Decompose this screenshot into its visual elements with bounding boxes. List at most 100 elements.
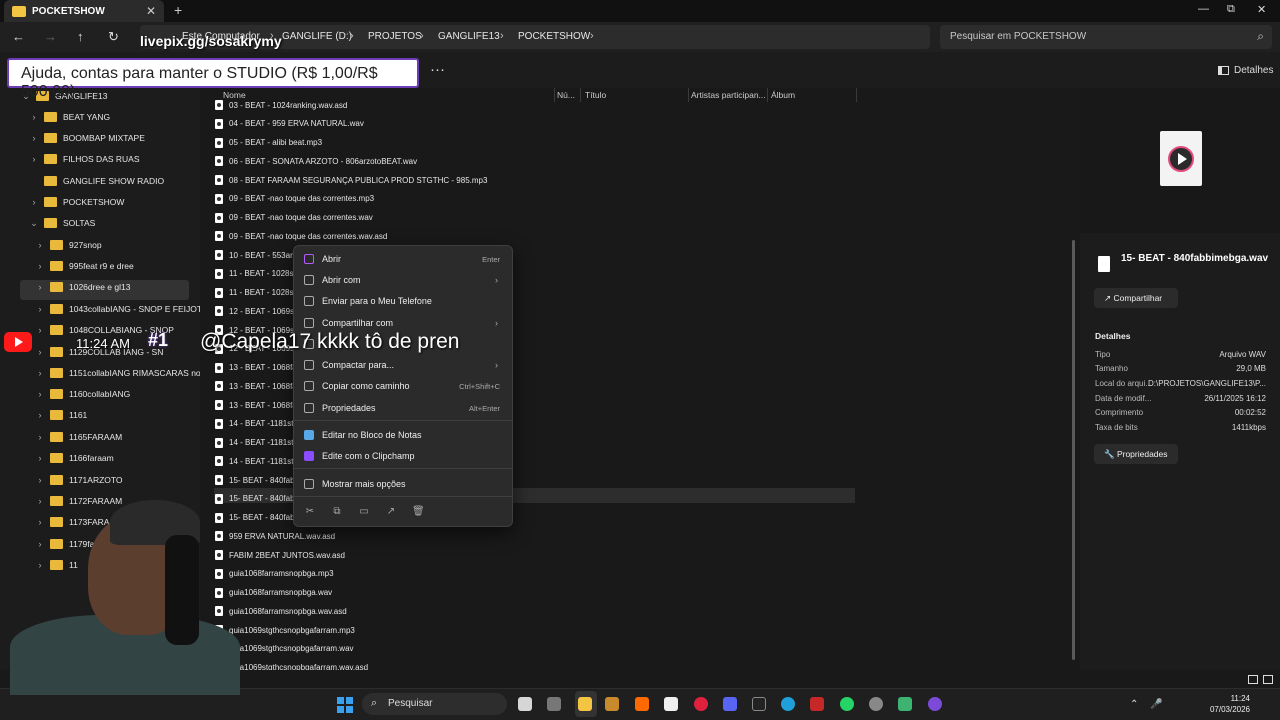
tree-item[interactable]: › 1160collabIANG [36, 384, 130, 404]
close-button[interactable]: ✕ [1257, 3, 1266, 16]
tree-item[interactable]: › 1026dree e gl13 [36, 277, 130, 297]
tree-item[interactable]: › BEAT YANG [30, 107, 110, 127]
file-row[interactable]: 11 - BEAT - 1028sn [215, 265, 298, 283]
tree-item[interactable]: GANGLIFE SHOW RADIO [30, 171, 164, 191]
breadcrumb[interactable]: PROJETOS [368, 31, 422, 42]
music-player-icon[interactable] [928, 697, 942, 711]
tree-item-soltas[interactable]: ⌄ SOLTAS [30, 213, 95, 233]
delete-icon[interactable]: 🗑 [412, 506, 425, 518]
chevron-icon[interactable]: › [36, 240, 44, 250]
menu-item-edit-notepad[interactable]: Editar no Bloco de Notas [298, 425, 508, 445]
file-row[interactable]: 04 - BEAT - 959 ERVA NATURAL.wav [215, 115, 364, 133]
rename-icon[interactable]: ▭ [358, 506, 370, 518]
menu-item-edit-clipchamp[interactable]: Edite com o Clipchamp [298, 446, 508, 466]
vertical-scrollbar[interactable] [1072, 240, 1075, 660]
column-header-artists[interactable]: Artistas participan... [691, 90, 766, 100]
menu-item-send-to-phone[interactable]: Enviar para o Meu Telefone [298, 291, 508, 311]
start-icon[interactable] [337, 697, 353, 713]
column-divider[interactable] [767, 88, 768, 102]
tray-overflow-icon[interactable]: ⌃ [1130, 699, 1138, 710]
menu-item-copy-path[interactable]: Copiar como caminho Ctrl+Shift+C [298, 376, 508, 396]
media-recorder-icon[interactable] [810, 697, 824, 711]
tree-item[interactable]: › BOOMBAP MIXTAPE [30, 128, 145, 148]
file-row[interactable]: 13 - BEAT - 1068fari [215, 396, 301, 414]
file-row[interactable]: 13 - BEAT - 1068fari [215, 377, 301, 395]
column-divider[interactable] [554, 88, 555, 102]
game-app-icon[interactable] [898, 697, 912, 711]
menu-item-properties[interactable]: Propriedades Alt+Enter [298, 398, 508, 418]
tree-item[interactable]: › FILHOS DAS RUAS [30, 149, 140, 169]
column-header-number[interactable]: Nú... [557, 90, 575, 100]
share-button[interactable]: ↗ Compartilhar [1094, 288, 1178, 308]
tree-item[interactable]: › 1165FARAAM [36, 427, 122, 447]
chatgpt-icon[interactable] [869, 697, 883, 711]
properties-button[interactable]: 🔧 Propriedades [1094, 444, 1178, 464]
chevron-icon[interactable]: › [36, 432, 44, 442]
menu-item-show-more[interactable]: Mostrar mais opções [298, 474, 508, 494]
tiles-view-icon[interactable] [1263, 675, 1273, 684]
chevron-icon[interactable]: › [30, 133, 38, 143]
menu-item-compress[interactable]: Compactar para... › [298, 355, 508, 375]
capcut-icon[interactable] [752, 697, 766, 711]
file-row[interactable]: 08 - BEAT FARAAM SEGURANÇA PUBLICA PROD … [215, 171, 487, 189]
whatsapp-icon[interactable] [840, 697, 854, 711]
tree-item[interactable]: › 1151collabIANG RIMASCARAS nofac [36, 363, 212, 383]
file-row[interactable]: 15- BEAT - 840fabb [215, 471, 299, 489]
details-view-icon[interactable] [1248, 675, 1258, 684]
chevron-icon[interactable]: › [36, 453, 44, 463]
file-row[interactable]: 09 - BEAT -nao toque das correntes.wav.a… [215, 227, 387, 245]
tree-item[interactable]: › 1161 [36, 405, 87, 425]
breadcrumb[interactable]: GANGLIFE13 [438, 31, 500, 42]
microphone-tray-icon[interactable]: 🎤 [1150, 699, 1162, 710]
file-row[interactable]: 09 - BEAT -nao toque das correntes.mp3 [215, 190, 374, 208]
opera-icon[interactable] [694, 697, 708, 711]
forward-button[interactable]: → [44, 29, 57, 44]
file-row[interactable]: 13 - BEAT - 1068fari [215, 359, 301, 377]
edge-icon[interactable] [781, 697, 795, 711]
minimize-button[interactable]: — [1198, 3, 1209, 15]
camera-app-icon[interactable] [547, 697, 561, 711]
task-view-icon[interactable] [518, 697, 532, 711]
tree-item[interactable]: › 927snop [36, 235, 102, 255]
chevron-icon[interactable]: ⌄ [30, 218, 38, 229]
tree-item-pocketshow[interactable]: › POCKETSHOW [30, 192, 124, 212]
breadcrumb[interactable]: POCKETSHOW [518, 31, 590, 42]
chevron-icon[interactable]: › [36, 304, 44, 314]
fl-studio-icon[interactable] [635, 697, 649, 711]
file-row[interactable]: 14 - BEAT -1181stg [215, 452, 298, 470]
more-options-button[interactable]: ··· [430, 61, 445, 78]
file-row[interactable]: 12 - BEAT - 1069stg [215, 302, 301, 320]
tree-item[interactable]: › 1171ARZOTO [36, 470, 123, 490]
media-app-icon[interactable] [605, 697, 619, 711]
refresh-button[interactable]: ↻ [108, 29, 119, 45]
file-row[interactable]: 09 - BEAT -nao toque das correntes.wav [215, 209, 373, 227]
file-explorer-icon[interactable] [578, 697, 592, 711]
chevron-icon[interactable]: › [30, 197, 38, 207]
chevron-icon[interactable]: › [30, 154, 38, 164]
breadcrumb[interactable]: GANGLIFE (D:) [282, 31, 352, 42]
file-row[interactable]: 11 - BEAT - 1028sn [215, 284, 298, 302]
file-row[interactable]: 06 - BEAT - SONATA ARZOTO - 806arzotoBEA… [215, 152, 417, 170]
new-tab-button[interactable]: + [174, 2, 182, 18]
taskbar-search[interactable]: ⌕ Pesquisar [362, 693, 507, 715]
tree-item[interactable]: › 995feat r9 e dree [36, 256, 134, 276]
column-header-title[interactable]: Título [585, 90, 606, 100]
menu-item-open[interactable]: Abrir Enter [298, 249, 508, 269]
tree-item[interactable]: › 1166faraam [36, 448, 114, 468]
copy-icon[interactable]: ⧉ [331, 506, 343, 518]
chevron-icon[interactable]: › [36, 475, 44, 485]
up-button[interactable]: ↑ [77, 29, 84, 44]
column-header-album[interactable]: Álbum [771, 90, 795, 100]
share-icon[interactable]: ↗ [385, 506, 397, 518]
details-pane-button[interactable]: Detalhes [1218, 65, 1273, 76]
notepad-app-icon[interactable] [664, 697, 678, 711]
chevron-icon[interactable]: › [36, 261, 44, 271]
chevron-icon[interactable]: › [30, 112, 38, 122]
menu-item-open-with[interactable]: Abrir com › [298, 270, 508, 290]
chevron-icon[interactable]: › [36, 410, 44, 420]
chevron-icon[interactable]: › [36, 389, 44, 399]
tab-pocketshow[interactable]: POCKETSHOW ✕ [4, 0, 164, 22]
file-row[interactable]: 03 - BEAT - 1024ranking.wav.asd [215, 96, 347, 114]
tree-item[interactable]: › 1043collabIANG - SNOP E FEIJOTA [36, 299, 207, 319]
column-divider[interactable] [580, 88, 581, 102]
